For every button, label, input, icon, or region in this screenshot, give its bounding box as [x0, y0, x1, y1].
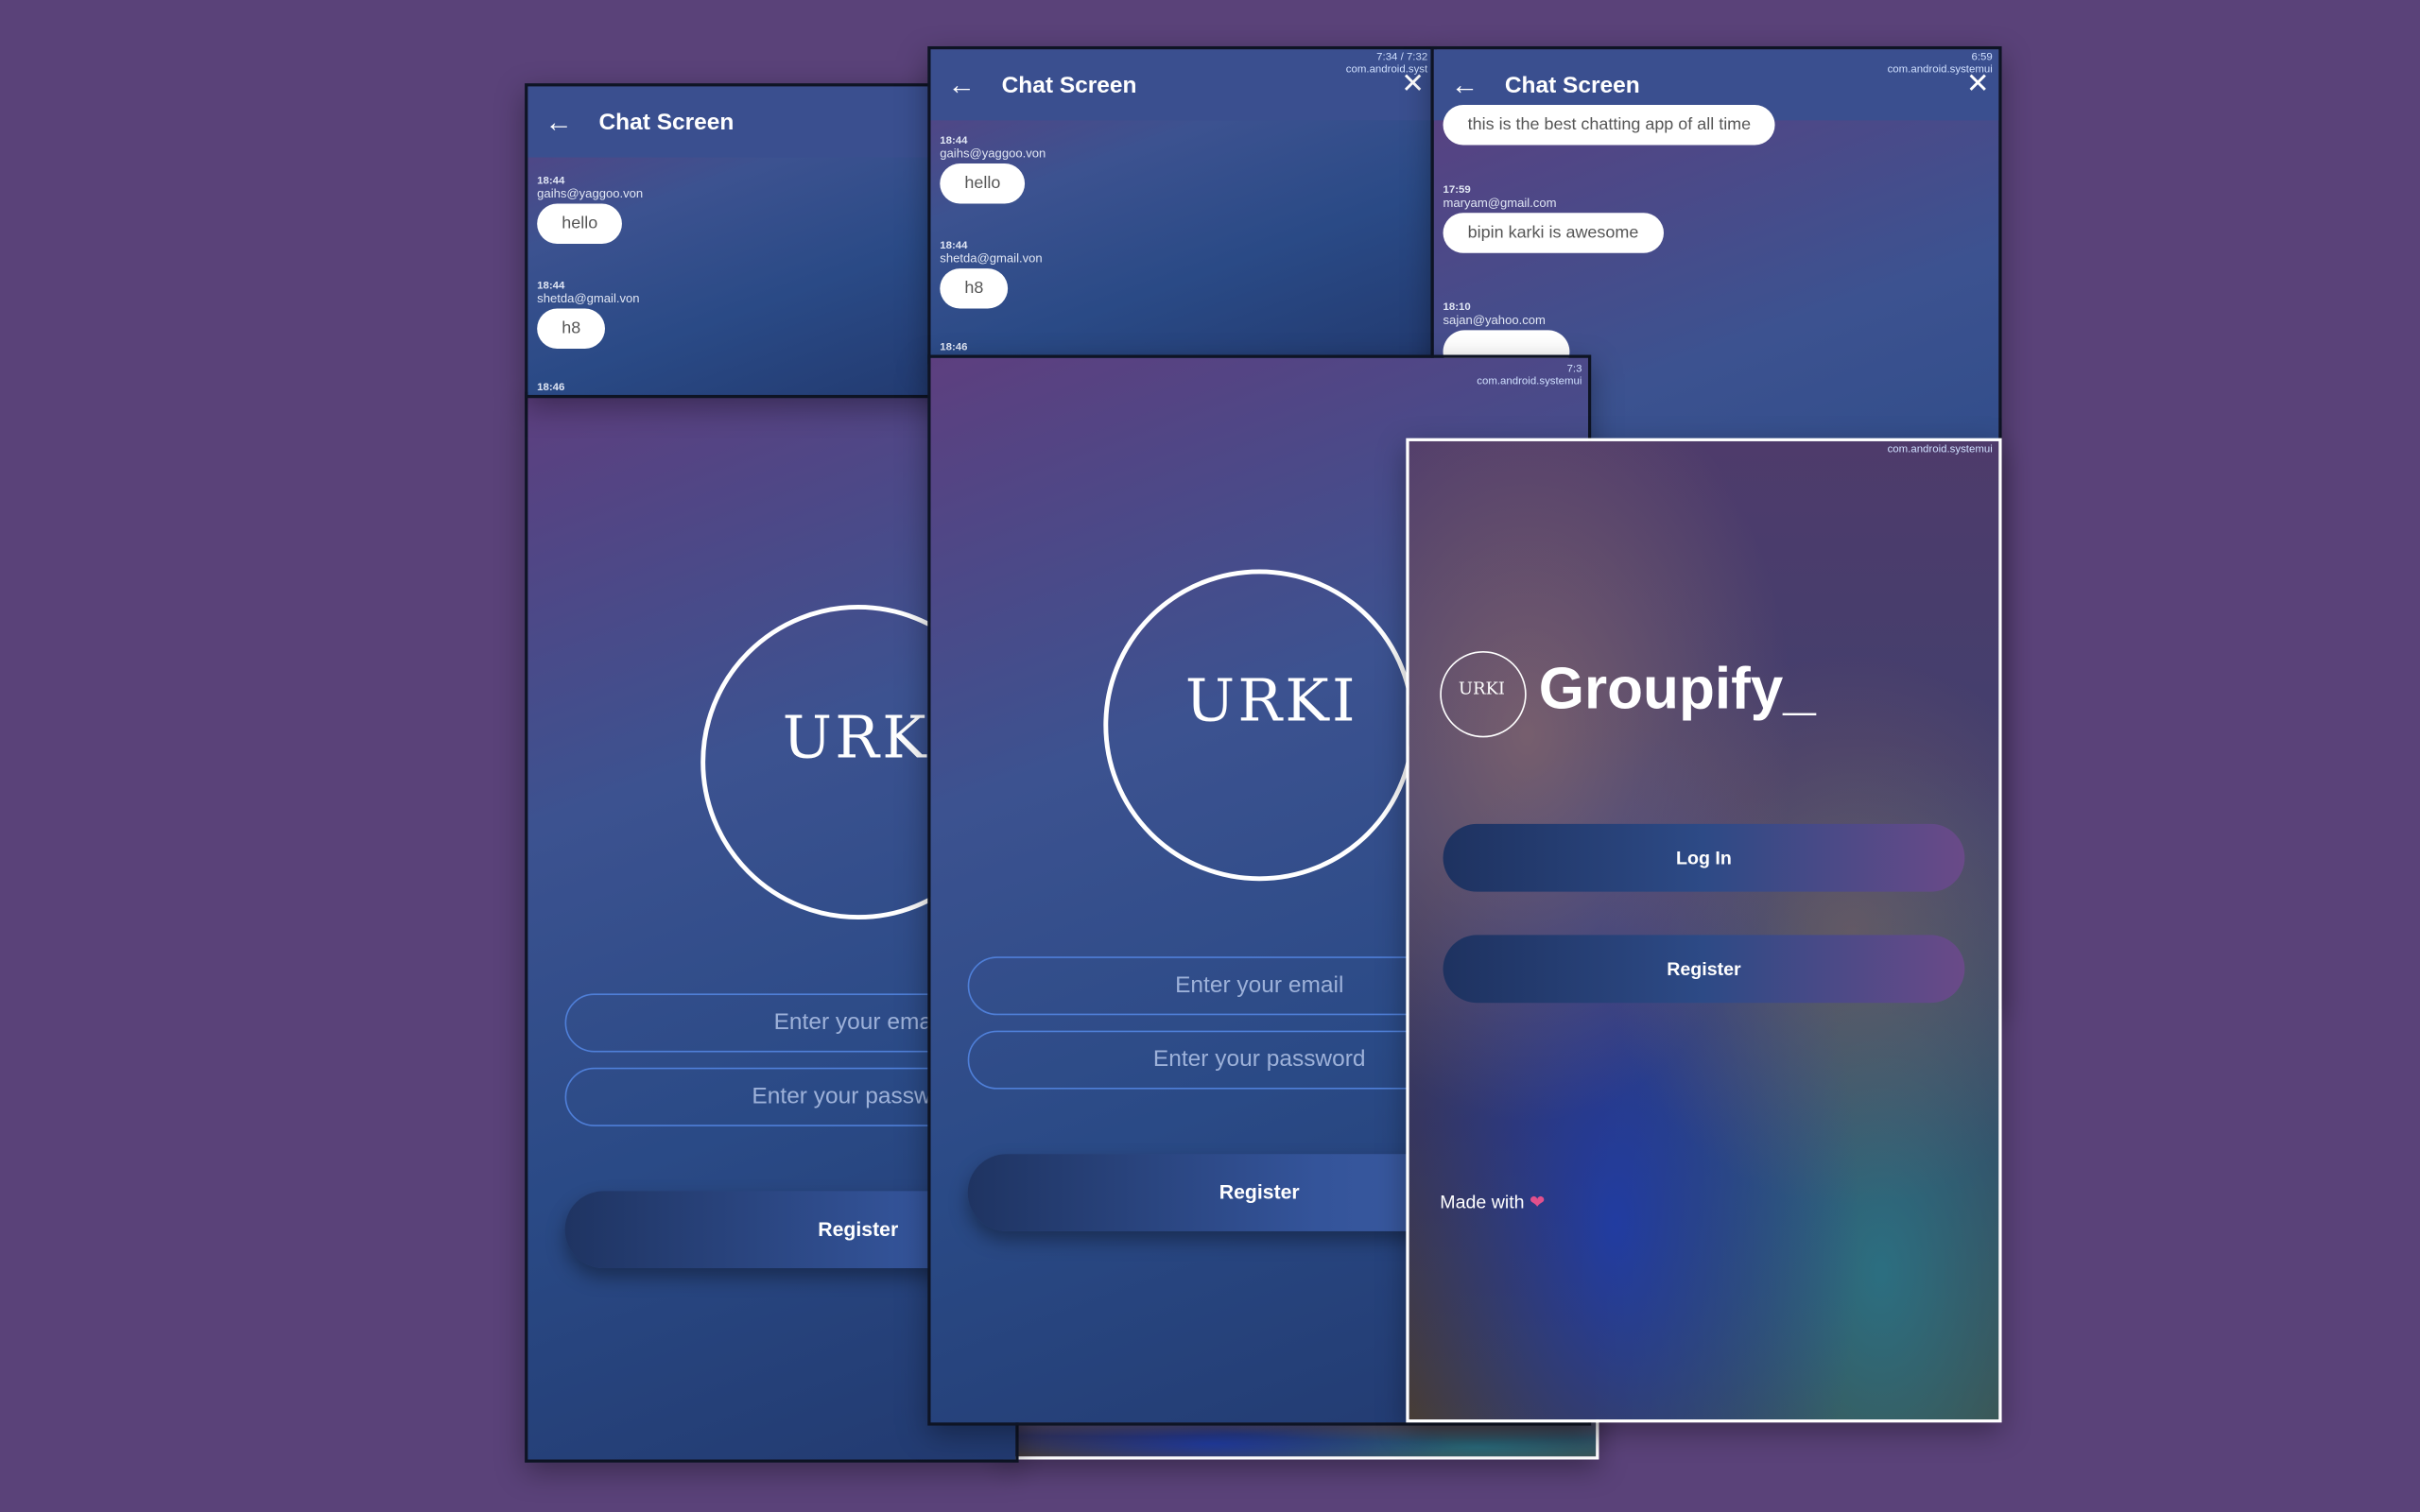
- status-package: com.android.syst: [1345, 64, 1428, 76]
- status-time: 7:3: [1566, 364, 1582, 375]
- message-bubble: hello: [940, 163, 1026, 204]
- message-bubble: this is the best chatting app of all tim…: [1443, 105, 1776, 146]
- message-item: 18:44 gaihs@yaggoo.von hello: [537, 176, 643, 244]
- message-item: 18:44 gaihs@yaggoo.von hello: [940, 136, 1046, 204]
- back-arrow-icon[interactable]: ←: [527, 106, 589, 138]
- message-item: 17:59 maryam@gmail.com bipin karki is aw…: [1443, 185, 1664, 253]
- status-bar: 7:34 / 7:32 com.android.syst: [1346, 53, 1427, 77]
- small-urki-logo: URKI: [1458, 679, 1506, 699]
- message-time: 18:46: [940, 342, 968, 353]
- screen-title: Chat Screen: [1504, 71, 1640, 98]
- message-time: 18:44: [537, 281, 565, 292]
- screen-title: Chat Screen: [598, 109, 735, 135]
- login-button[interactable]: Log In: [1443, 823, 1965, 892]
- message-list: 18:44 gaihs@yaggoo.von hello 18:44 shetd…: [527, 158, 954, 395]
- status-package: com.android.systemui: [1887, 444, 1993, 455]
- message-sender: shetda@gmail.von: [537, 291, 640, 306]
- status-bar: 7:3 com.android.systemui: [1477, 364, 1582, 388]
- groupify-screen: com.android.systemui URKI Groupify_ Log …: [1406, 438, 2002, 1423]
- status-bar: com.android.systemui: [1888, 444, 1993, 456]
- message-bubble: h8: [940, 268, 1009, 309]
- message-sender: sajan@yahoo.com: [1443, 313, 1546, 328]
- message-item: 18:44 shetda@gmail.von h8: [940, 240, 1043, 309]
- status-bar: 6:59 com.android.systemui: [1888, 53, 1993, 77]
- message-time: 18:10: [1443, 301, 1471, 314]
- message-item: 18:46: [537, 383, 564, 393]
- status-package: com.android.systemui: [1477, 376, 1582, 387]
- status-time: 6:59: [1971, 52, 1993, 63]
- message-sender: maryam@gmail.com: [1443, 196, 1557, 211]
- message-item: 18:44 shetda@gmail.von h8: [537, 281, 640, 349]
- message-bubble: hello: [537, 203, 623, 244]
- message-time: 17:59: [1443, 184, 1471, 197]
- made-with-text: Made with: [1440, 1191, 1525, 1213]
- register-button[interactable]: Register: [1443, 935, 1965, 1004]
- message-bubble: bipin karki is awesome: [1443, 213, 1664, 253]
- message-item: this is the best chatting app of all tim…: [1443, 102, 1776, 146]
- app-bar: ← Chat Screen ✕ 7:34 / 7:32 com.android.…: [930, 49, 1434, 121]
- message-time: 18:44: [940, 240, 968, 252]
- message-sender: gaihs@yaggoo.von: [940, 146, 1046, 161]
- urki-logo: URKI: [1184, 666, 1358, 735]
- heart-icon: ❤: [1530, 1191, 1546, 1213]
- message-time: 18:46: [537, 382, 565, 394]
- message-sender: shetda@gmail.von: [940, 251, 1043, 266]
- collage: URKI Enter your email Enter your passwor…: [0, 0, 2420, 1512]
- message-item: 18:46: [940, 342, 967, 352]
- back-arrow-icon[interactable]: ←: [930, 69, 992, 101]
- back-arrow-icon[interactable]: ←: [1434, 69, 1495, 101]
- message-list: 18:44 gaihs@yaggoo.von hello 18:44 shetd…: [930, 120, 1433, 361]
- message-time: 18:44: [537, 176, 565, 187]
- chat-screen-b: ← Chat Screen ✕ 7:34 / 7:32 com.android.…: [927, 45, 1437, 365]
- app-bar: ← Chat Screen: [527, 86, 954, 158]
- brand-title: Groupify_: [1538, 657, 1816, 723]
- status-time: 7:34 / 7:32: [1376, 52, 1428, 63]
- made-with-label: Made with ❤: [1440, 1191, 1545, 1212]
- message-time: 18:44: [940, 135, 968, 147]
- message-bubble: h8: [537, 308, 606, 349]
- status-package: com.android.systemui: [1887, 64, 1993, 76]
- chat-screen-a: ← Chat Screen 18:44 gaihs@yaggoo.von hel…: [525, 83, 958, 399]
- screen-title: Chat Screen: [1001, 71, 1137, 98]
- message-sender: gaihs@yaggoo.von: [537, 186, 644, 201]
